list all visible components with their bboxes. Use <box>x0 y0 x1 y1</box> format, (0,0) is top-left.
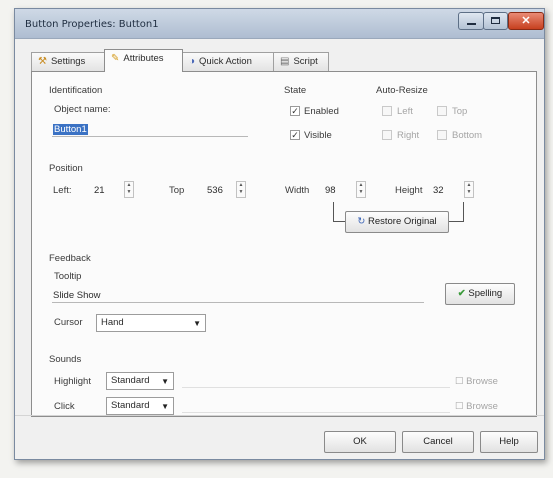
tab-attributes-label: Attributes <box>123 53 164 64</box>
sounds-heading: Sounds <box>49 354 82 365</box>
highlight-label: Highlight <box>54 376 91 387</box>
cursor-value: Hand <box>101 317 124 328</box>
chevron-down-icon: ▼ <box>161 402 169 411</box>
close-icon: ✕ <box>521 15 531 27</box>
auto-resize-right-label: Right <box>397 130 420 141</box>
height-label: Height <box>395 185 423 196</box>
auto-resize-right-checkbox[interactable] <box>382 130 392 140</box>
highlight-sound-select[interactable]: Standard ▼ <box>106 372 174 390</box>
height-spinner[interactable]: ▲ ▼ <box>464 181 474 198</box>
click-label: Click <box>54 401 75 412</box>
click-browse-button[interactable]: ☐ Browse <box>455 401 498 412</box>
tab-settings-label: Settings <box>50 56 86 67</box>
click-sound-select[interactable]: Standard ▼ <box>106 397 174 415</box>
cursor-label: Cursor <box>54 317 83 328</box>
top-value-input[interactable]: 536 <box>207 185 223 196</box>
auto-resize-heading: Auto-Resize <box>376 85 428 96</box>
object-name-value: Button1 <box>53 124 88 135</box>
top-spinner[interactable]: ▲ ▼ <box>236 181 246 198</box>
footer-divider <box>15 415 544 416</box>
position-heading: Position <box>49 163 83 174</box>
feedback-heading: Feedback <box>49 253 91 264</box>
object-name-underline <box>52 136 248 137</box>
height-value-input[interactable]: 32 <box>433 185 444 196</box>
identification-heading: Identification <box>49 85 103 96</box>
ok-button[interactable]: OK <box>324 431 396 453</box>
cursor-select[interactable]: Hand ▼ <box>96 314 206 332</box>
click-sound-value: Standard <box>111 400 150 411</box>
tooltip-underline <box>52 302 424 303</box>
window-title: Button Properties: Button1 <box>25 19 159 30</box>
width-value-input[interactable]: 98 <box>325 185 336 196</box>
highlight-sound-value: Standard <box>111 375 150 386</box>
help-button[interactable]: Help <box>480 431 538 453</box>
auto-resize-bottom-checkbox[interactable] <box>437 130 447 140</box>
top-label: Top <box>169 185 185 196</box>
button-properties-dialog: Button Properties: Button1 ✕ ⚒ Settings … <box>14 8 545 460</box>
enabled-checkbox[interactable]: ✓ <box>290 106 300 116</box>
tab-script[interactable]: ▤ Script <box>273 52 329 71</box>
tab-quick-action-label: Quick Action <box>199 56 252 67</box>
close-button[interactable]: ✕ <box>508 12 544 30</box>
minimize-button[interactable] <box>458 12 484 30</box>
tab-quick-action[interactable]: ◑ Quick Action <box>182 52 274 71</box>
auto-resize-bottom-label: Bottom <box>452 130 483 141</box>
title-bar[interactable]: Button Properties: Button1 ✕ <box>15 9 544 39</box>
auto-resize-left-label: Left <box>397 106 413 117</box>
attributes-tag-icon: ✎ <box>111 53 120 64</box>
visible-label: Visible <box>304 130 332 141</box>
auto-resize-top-label: Top <box>452 106 468 117</box>
tab-script-label: Script <box>293 56 318 67</box>
tooltip-input[interactable]: Slide Show <box>53 290 101 301</box>
spelling-label: Spelling <box>468 288 503 299</box>
auto-resize-top-checkbox[interactable] <box>437 106 447 116</box>
visible-checkbox[interactable]: ✓ <box>290 130 300 140</box>
spelling-check-icon: ✔ <box>457 288 466 299</box>
attributes-panel: Identification Object name: Button1 Stat… <box>31 71 537 417</box>
maximize-icon <box>491 17 500 24</box>
cancel-button[interactable]: Cancel <box>402 431 474 453</box>
highlight-browse-button[interactable]: ☐ Browse <box>455 376 498 387</box>
script-icon: ▤ <box>280 56 290 67</box>
enabled-label: Enabled <box>304 106 339 117</box>
tab-strip: ⚒ Settings ✎ Attributes ◑ Quick Action ▤… <box>31 49 536 72</box>
click-browse-label: Browse <box>466 401 498 412</box>
highlight-sound-file-field[interactable] <box>182 372 450 388</box>
width-spinner[interactable]: ▲ ▼ <box>356 181 366 198</box>
object-name-input[interactable]: Button1 <box>53 124 88 135</box>
left-value-input[interactable]: 21 <box>94 185 105 196</box>
click-sound-file-field[interactable] <box>182 397 450 413</box>
state-heading: State <box>284 85 307 96</box>
tab-attributes[interactable]: ✎ Attributes <box>104 49 183 72</box>
chevron-down-icon: ▼ <box>161 377 169 386</box>
object-name-label: Object name: <box>54 104 111 115</box>
maximize-button[interactable] <box>483 12 508 30</box>
tooltip-label: Tooltip <box>54 271 82 282</box>
settings-wrench-icon: ⚒ <box>38 56 47 67</box>
left-spinner[interactable]: ▲ ▼ <box>124 181 134 198</box>
width-label: Width <box>285 185 310 196</box>
chevron-down-icon: ▼ <box>193 319 201 328</box>
tab-settings[interactable]: ⚒ Settings <box>31 52 105 71</box>
restore-original-button[interactable]: ↻ Restore Original <box>345 211 449 233</box>
restore-original-label: Restore Original <box>367 216 437 227</box>
restore-icon: ↻ <box>357 216 366 227</box>
highlight-browse-label: Browse <box>466 376 498 387</box>
browse-checkbox-icon: ☐ <box>455 376 464 387</box>
browse-checkbox-icon: ☐ <box>455 401 464 412</box>
spelling-button[interactable]: ✔ Spelling <box>445 283 515 305</box>
quick-action-icon: ◑ <box>189 56 196 67</box>
left-label: Left: <box>53 185 72 196</box>
auto-resize-left-checkbox[interactable] <box>382 106 392 116</box>
minimize-icon <box>466 23 476 25</box>
